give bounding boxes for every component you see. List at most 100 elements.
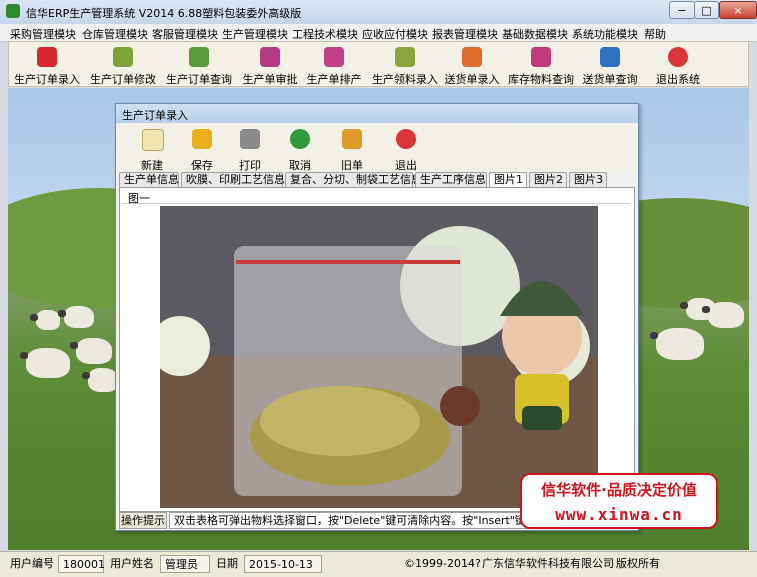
power-icon: [668, 47, 688, 67]
exit-button[interactable]: 退出: [385, 127, 427, 172]
dried-flowers: [260, 386, 420, 456]
ops-label: 操作提示: [119, 512, 167, 529]
toolbar-label: 退出系统: [656, 73, 700, 86]
leaf-icon: [189, 47, 209, 67]
menu-warehouse[interactable]: 仓库管理模块: [82, 26, 148, 42]
toolbar-label: 生产单排产: [306, 73, 362, 86]
toolbar-delivery-query-button[interactable]: 送货单查询: [579, 44, 641, 86]
menu-purchase[interactable]: 采购管理模块: [10, 26, 76, 42]
toolbar-label: 送货单录入: [444, 73, 500, 86]
toolbar-label: 生产领料录入: [372, 73, 438, 86]
tab-process-info[interactable]: 生产工序信息: [415, 172, 487, 187]
toolbar-order-entry-button[interactable]: 生产订单录入: [13, 44, 81, 86]
toolbar-label: 库存物料查询: [508, 73, 574, 86]
flower-icon: [462, 47, 482, 67]
toolbar-order-query-button[interactable]: 生产订单查询: [163, 44, 235, 86]
toolbar-scheduling-button[interactable]: 生产单排产: [303, 44, 365, 86]
main-toolbar: 生产订单录入 生产订单修改 生产订单查询 生产单审批 生产单排产 生产领料录入 …: [8, 41, 749, 87]
feather-icon: [600, 47, 620, 67]
brand-url: www.xinwa.cn: [555, 505, 683, 524]
rights-text: 版权所有: [616, 557, 660, 570]
tab-strip: 生产单信息 吹膜、印刷工艺信息 复合、分切、制袋工艺信息 生产工序信息 图片1 …: [119, 172, 635, 187]
toolbar-label: 生产订单修改: [90, 73, 156, 86]
menu-base-data[interactable]: 基础数据模块: [502, 26, 568, 42]
tab-order-info[interactable]: 生产单信息: [119, 172, 179, 187]
menu-reports[interactable]: 报表管理模块: [432, 26, 498, 42]
image-panel: 图一: [119, 187, 635, 512]
doll-legs: [522, 406, 562, 430]
window-title: 信华ERP生产管理系统 V2014 6.88塑料包装委外高级版: [26, 7, 302, 20]
save-button[interactable]: 保存: [181, 127, 223, 172]
toolbar-order-edit-button[interactable]: 生产订单修改: [87, 44, 159, 86]
flower-icon: [113, 47, 133, 67]
sheep: [30, 310, 60, 330]
new-label: 新建: [141, 159, 163, 172]
bag-zipper: [236, 260, 460, 264]
maximize-button[interactable]: □: [694, 1, 719, 19]
menu-bar: 采购管理模块 仓库管理模块 客服管理模块 生产管理模块 工程技术模块 应收应付模…: [0, 24, 757, 42]
old-order-button[interactable]: 旧单: [331, 127, 373, 172]
user-name-label: 用户姓名: [110, 557, 154, 570]
brand-badge: 信华软件·品质决定价值 www.xinwa.cn: [520, 473, 718, 529]
close-button[interactable]: ×: [719, 1, 757, 19]
tab-image-2[interactable]: 图片2: [529, 172, 567, 187]
minimize-button[interactable]: −: [669, 1, 695, 19]
save-label: 保存: [191, 159, 213, 172]
print-button[interactable]: 打印: [229, 127, 271, 172]
exit-label: 退出: [395, 159, 417, 172]
photo-illustration: [160, 206, 598, 508]
tab-film-printing[interactable]: 吹膜、印刷工艺信息: [181, 172, 285, 187]
refresh-icon: [290, 129, 310, 149]
toolbar-delivery-entry-button[interactable]: 送货单录入: [441, 44, 503, 86]
status-bar: 用户编号 180001 用户姓名 管理员 日期 2015-10-13 ©1999…: [0, 551, 757, 577]
child-toolbar: 新建 保存 打印 取消 旧单 退出: [119, 124, 635, 172]
user-code-value: 180001: [58, 555, 105, 573]
product-photo[interactable]: [160, 206, 598, 508]
panel-title: 图一: [128, 192, 150, 205]
toolbar-label: 生产订单查询: [166, 73, 232, 86]
flower-icon: [260, 47, 280, 67]
toolbar-label: 生产单审批: [242, 73, 298, 86]
child-title-bar: 生产订单录入: [116, 104, 638, 123]
app-icon: [6, 4, 20, 18]
sheep: [702, 302, 744, 328]
toolbar-exit-button[interactable]: 退出系统: [647, 44, 709, 86]
new-button[interactable]: 新建: [131, 127, 173, 172]
power-icon: [396, 129, 416, 149]
menu-help[interactable]: 帮助: [644, 26, 666, 42]
date-value: 2015-10-13: [244, 555, 322, 573]
sheep: [70, 338, 112, 364]
user-code-label: 用户编号: [10, 557, 54, 570]
flower-icon: [531, 47, 551, 67]
flower-icon: [395, 47, 415, 67]
tab-lamination[interactable]: 复合、分切、制袋工艺信息: [285, 172, 422, 187]
toolbar-label: 生产订单录入: [14, 73, 80, 86]
cancel-button[interactable]: 取消: [279, 127, 321, 172]
sheep: [650, 328, 704, 360]
menu-production[interactable]: 生产管理模块: [222, 26, 288, 42]
printer-icon: [240, 129, 260, 149]
tab-image-1[interactable]: 图片1: [489, 172, 527, 187]
menu-receivable-payable[interactable]: 应收应付模块: [362, 26, 428, 42]
copyright-text: ©1999-2014?: [404, 557, 481, 570]
toy-dog: [440, 386, 480, 426]
menu-engineering[interactable]: 工程技术模块: [292, 26, 358, 42]
new-doc-icon: [142, 129, 164, 151]
menu-customer-service[interactable]: 客服管理模块: [152, 26, 218, 42]
toolbar-material-issue-button[interactable]: 生产领料录入: [369, 44, 441, 86]
tab-image-3[interactable]: 图片3: [569, 172, 607, 187]
pdf-icon: [37, 47, 57, 67]
sheep: [20, 348, 70, 378]
date-label: 日期: [216, 557, 238, 570]
toolbar-approval-button[interactable]: 生产单审批: [239, 44, 301, 86]
app-window: 信华ERP生产管理系统 V2014 6.88塑料包装委外高级版 − □ × 采购…: [0, 0, 757, 577]
company-name: 广东信华软件科技有限公司: [482, 557, 614, 570]
sheep: [58, 306, 94, 328]
menu-system[interactable]: 系统功能模块: [572, 26, 638, 42]
flower-icon: [324, 47, 344, 67]
brand-slogan: 信华软件·品质决定价值: [541, 481, 697, 499]
toolbar-inventory-query-button[interactable]: 库存物料查询: [505, 44, 577, 86]
old-order-label: 旧单: [341, 159, 363, 172]
toolbar-label: 送货单查询: [582, 73, 638, 86]
title-bar: 信华ERP生产管理系统 V2014 6.88塑料包装委外高级版 − □ ×: [0, 0, 757, 24]
